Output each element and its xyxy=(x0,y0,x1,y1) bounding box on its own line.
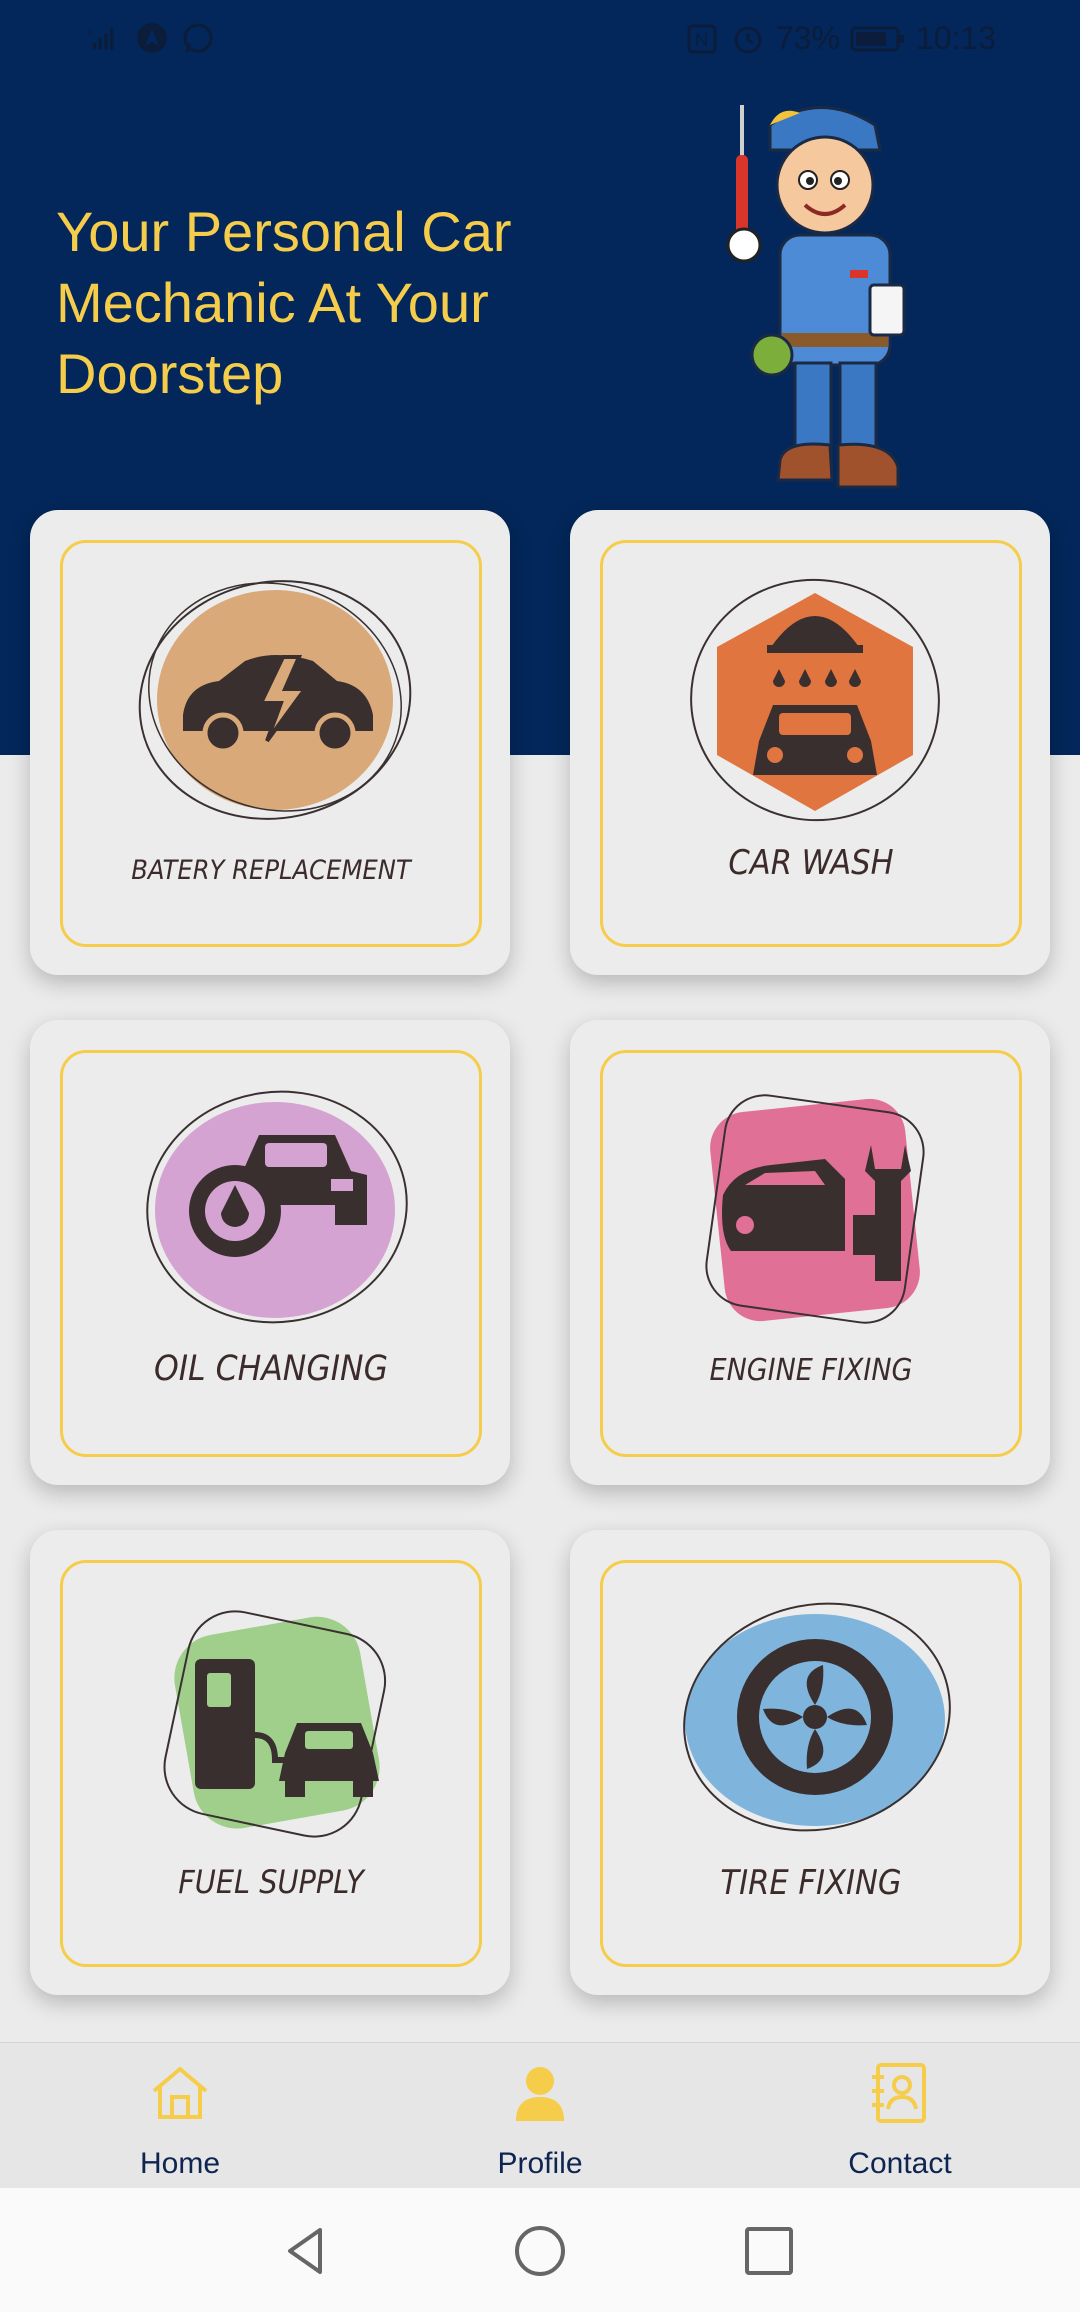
engine-fix-icon xyxy=(705,1094,925,1324)
bottom-navigation: Home Profile Contact xyxy=(0,2042,1080,2189)
service-card-car-wash[interactable]: CAR WASH xyxy=(570,510,1050,975)
service-card-oil-changing[interactable]: OIL CHANGING xyxy=(30,1020,510,1485)
system-navigation-bar xyxy=(0,2188,1080,2312)
home-icon xyxy=(152,2067,208,2119)
service-label: FUEL SUPPLY xyxy=(178,1863,364,1901)
service-label: OIL CHANGING xyxy=(154,1349,388,1389)
navigation-icon xyxy=(134,20,170,56)
svg-text:x: x xyxy=(88,27,93,38)
car-wash-icon xyxy=(690,578,940,822)
nfc-icon: N xyxy=(684,21,720,57)
service-label: BATERY REPLACEMENT xyxy=(131,855,411,886)
service-card-frame: TIRE FIXING xyxy=(600,1560,1022,1967)
service-label: ENGINE FIXING xyxy=(709,1353,913,1388)
nav-home[interactable]: Home xyxy=(60,2061,300,2181)
oil-change-icon xyxy=(146,1090,408,1324)
contact-icon xyxy=(872,2063,926,2123)
service-card-frame: FUEL SUPPLY xyxy=(60,1560,482,1967)
whatsapp-icon xyxy=(180,20,216,56)
service-card-tire-fixing[interactable]: TIRE FIXING xyxy=(570,1530,1050,1995)
back-icon[interactable] xyxy=(280,2224,334,2278)
nav-home-label: Home xyxy=(139,2147,221,2180)
service-card-frame: BATERY REPLACEMENT xyxy=(60,540,482,947)
car-battery-icon xyxy=(138,580,412,820)
service-card-frame: ENGINE FIXING xyxy=(600,1050,1022,1457)
alarm-icon xyxy=(730,21,766,57)
battery-icon xyxy=(850,21,906,57)
nav-profile[interactable]: Profile xyxy=(420,2061,660,2181)
hero-title: Your Personal Car Mechanic At Your Doors… xyxy=(56,200,512,405)
nav-contact[interactable]: Contact xyxy=(780,2061,1020,2181)
service-card-battery[interactable]: BATERY REPLACEMENT xyxy=(30,510,510,975)
service-label: CAR WASH xyxy=(728,843,894,883)
battery-percent: 73% xyxy=(775,20,840,56)
fuel-pump-icon xyxy=(163,1610,387,1838)
service-card-frame: CAR WASH xyxy=(600,540,1022,947)
status-bar: x N 73% 10:13 xyxy=(0,0,1080,80)
svg-text:N: N xyxy=(695,30,708,50)
service-card-engine-fixing[interactable]: ENGINE FIXING xyxy=(570,1020,1050,1485)
mechanic-mascot xyxy=(726,105,906,489)
recents-icon[interactable] xyxy=(742,2224,796,2278)
home-circle-icon[interactable] xyxy=(513,2224,567,2278)
tire-icon xyxy=(683,1602,951,1832)
service-label: TIRE FIXING xyxy=(720,1863,902,1903)
signal-icon: x xyxy=(88,20,124,56)
nav-contact-label: Contact xyxy=(848,2147,952,2180)
profile-icon xyxy=(516,2067,564,2121)
nav-profile-label: Profile xyxy=(497,2147,583,2180)
service-card-frame: OIL CHANGING xyxy=(60,1050,482,1457)
service-card-fuel-supply[interactable]: FUEL SUPPLY xyxy=(30,1530,510,1995)
clock: 10:13 xyxy=(915,20,996,56)
